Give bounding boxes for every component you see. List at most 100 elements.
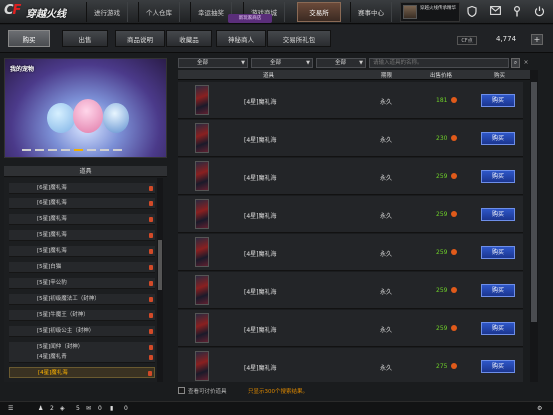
- list-item[interactable]: [5星]牛魔王（封神）: [9, 310, 155, 321]
- tab-mystery-merchant[interactable]: 神秘商人: [216, 30, 266, 47]
- list-item-label: [6星]魔礼海: [37, 200, 67, 206]
- banner-dot-active[interactable]: [74, 149, 83, 151]
- buy-button[interactable]: 购买: [481, 170, 515, 183]
- grade-dropdown[interactable]: 全部 ▼: [316, 58, 366, 68]
- buy-button[interactable]: 购买: [481, 246, 515, 259]
- list-item-label: [5星]牛魔王（封神）: [37, 312, 89, 318]
- list-item[interactable]: [6星]魔礼海: [9, 183, 155, 194]
- table-row[interactable]: [4星]魔礼海 永久 275 购买: [178, 348, 523, 382]
- mail-icon[interactable]: [489, 6, 501, 18]
- list-item-label: [5星]白猫: [37, 264, 62, 270]
- type-dropdown[interactable]: 全部 ▼: [251, 58, 313, 68]
- tab-buy[interactable]: 购买: [8, 30, 50, 47]
- item-duration: 永久: [380, 251, 393, 258]
- item-list-scrollbar[interactable]: [157, 178, 163, 382]
- buy-button[interactable]: 购买: [481, 132, 515, 145]
- table-row[interactable]: [4星]魔礼海 永久 259 购买: [178, 196, 523, 233]
- wrench-icon[interactable]: [511, 5, 523, 18]
- table-row[interactable]: [4星]魔礼海 永久 259 购买: [178, 272, 523, 309]
- banner-dot[interactable]: [113, 149, 122, 151]
- pet-banner[interactable]: 我的宠物: [4, 58, 167, 158]
- chevron-down-icon: ▼: [241, 60, 245, 66]
- buy-button[interactable]: 购买: [481, 208, 515, 221]
- item-price: 259: [436, 325, 448, 332]
- list-item[interactable]: [6星]魔礼海: [9, 198, 155, 209]
- list-item[interactable]: [5星]魔礼海: [9, 214, 155, 225]
- search-input[interactable]: [369, 58, 509, 68]
- coin-icon: [451, 211, 457, 217]
- cf-points-balance: 4,774: [496, 35, 517, 43]
- item-name: [4星]魔礼海: [244, 99, 277, 106]
- list-item[interactable]: [5星]魔礼海: [9, 230, 155, 241]
- nav-exchange[interactable]: 交易所: [297, 2, 341, 22]
- power-icon[interactable]: [533, 6, 545, 18]
- item-duration: 永久: [380, 213, 393, 220]
- tab-exchange-pack[interactable]: 交易所礼包: [267, 30, 331, 47]
- scrollbar-thumb[interactable]: [158, 240, 162, 290]
- pet-figure: [47, 103, 75, 133]
- user-profile-box[interactable]: 穿越火线传承精华: [400, 2, 460, 22]
- banner-pagination[interactable]: [22, 149, 122, 151]
- tag-icon: [149, 297, 153, 302]
- table-row[interactable]: [4星]魔礼海 永久 259 购买: [178, 158, 523, 195]
- item-price: 259: [436, 287, 448, 294]
- banner-dot[interactable]: [61, 149, 70, 151]
- table-row[interactable]: [4星]魔礼海 永久 230 购买: [178, 120, 523, 157]
- chat-icon[interactable]: ✉: [86, 404, 91, 414]
- nav-event-center[interactable]: 赛事中心: [350, 2, 392, 22]
- list-item-selected[interactable]: [4星]魔礼海: [9, 367, 155, 378]
- dropdown-value: 全部: [335, 60, 347, 66]
- banner-dot[interactable]: [35, 149, 44, 151]
- menu-icon[interactable]: ☰: [8, 404, 13, 414]
- listing-footer: 查看可讨价道具 只显示300个搜索结果。: [178, 386, 531, 396]
- shield-icon[interactable]: [466, 5, 478, 18]
- tab-sell[interactable]: 出售: [62, 30, 108, 47]
- chat-count: 0: [98, 405, 102, 412]
- search-icon[interactable]: ⌕: [511, 58, 520, 68]
- table-row[interactable]: [4星]魔礼海 永久 181 购买: [178, 82, 523, 119]
- listing-scrollbar[interactable]: [530, 70, 538, 382]
- item-duration: 永久: [380, 327, 393, 334]
- dropdown-value: 全部: [197, 60, 209, 66]
- list-item[interactable]: [5星]初级魔法工（封神）: [9, 294, 155, 305]
- table-row[interactable]: [4星]魔礼海 永久 259 购买: [178, 310, 523, 347]
- promo-badge[interactable]: 新玩家商店: [228, 14, 272, 23]
- list-item[interactable]: [5星]白猫: [9, 262, 155, 273]
- tab-collection[interactable]: 收藏品: [166, 30, 212, 47]
- item-price: 259: [436, 173, 448, 180]
- buy-button[interactable]: 购买: [481, 94, 515, 107]
- nav-play-game[interactable]: 进行游戏: [86, 2, 128, 22]
- close-icon[interactable]: ×: [522, 58, 530, 68]
- coin-icon: [451, 363, 457, 369]
- list-item[interactable]: [5星]辛公豹: [9, 278, 155, 289]
- buy-button[interactable]: 购买: [481, 284, 515, 297]
- recharge-button[interactable]: +: [531, 34, 543, 45]
- banner-dot[interactable]: [48, 149, 57, 151]
- list-item[interactable]: [5星]魔礼海: [9, 246, 155, 257]
- clan-icon[interactable]: ◈: [60, 404, 65, 414]
- item-name: [4星]魔礼海: [244, 213, 277, 220]
- friends-icon[interactable]: ♟: [38, 404, 43, 414]
- list-item[interactable]: [5星]初级公主（封神）: [9, 326, 155, 337]
- item-price: 275: [436, 363, 448, 370]
- banner-dot[interactable]: [22, 149, 31, 151]
- list-item-label: [5星]辛公豹: [37, 280, 67, 286]
- category-dropdown[interactable]: 全部 ▼: [178, 58, 248, 68]
- scrollbar-thumb[interactable]: [531, 82, 537, 322]
- bargain-checkbox[interactable]: [178, 387, 185, 394]
- table-row[interactable]: [4星]魔礼海 永久 259 购买: [178, 234, 523, 271]
- nav-warehouse[interactable]: 个人仓库: [138, 2, 180, 22]
- list-item-label: [4星]魔礼海: [38, 370, 68, 376]
- tab-item-description[interactable]: 商品说明: [115, 30, 165, 47]
- nav-lucky-draw[interactable]: 幸运抽奖: [190, 2, 232, 22]
- settings-icon[interactable]: ⚙: [537, 404, 542, 414]
- banner-dot[interactable]: [100, 149, 109, 151]
- status-bar: ☰ ♟ 2 ◈ 5 ✉ 0 ▮ 0 ⚙: [0, 401, 553, 415]
- coin-icon: [451, 249, 457, 255]
- filter-bar: 全部 ▼ 全部 ▼ 全部 ▼ ⌕ ×: [178, 58, 531, 68]
- message-icon[interactable]: ▮: [110, 404, 113, 414]
- list-item[interactable]: [4星]魔礼青: [9, 352, 155, 363]
- buy-button[interactable]: 购买: [481, 360, 515, 373]
- buy-button[interactable]: 购买: [481, 322, 515, 335]
- banner-dot[interactable]: [87, 149, 96, 151]
